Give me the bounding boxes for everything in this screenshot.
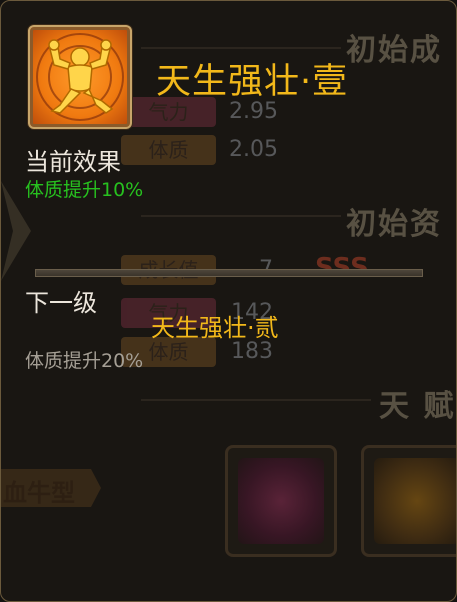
- next-level-effect: 体质提升20%: [25, 350, 144, 372]
- talent-title: 天生强壮·壹: [156, 62, 349, 102]
- bg-grade-badge: SSS: [315, 253, 369, 283]
- pink-orb-icon: [238, 458, 324, 544]
- talent-tooltip-panel: 初始成 气力 2.95 体质 2.05 初始资 成长值 7 SSS 气力 142…: [0, 0, 457, 602]
- bg-section-initial-aptitude: 初始资: [346, 207, 442, 242]
- strongman-icon: [48, 39, 114, 114]
- next-level-name: 天生强壮·贰: [151, 314, 279, 342]
- bg-type-label: 血牛型: [3, 479, 75, 507]
- next-level-heading: 下一级: [25, 289, 97, 317]
- lion-head-icon: [374, 458, 456, 544]
- current-effect-text: 体质提升10%: [25, 179, 144, 201]
- bg-stat-tizhi-label: 体质: [121, 135, 216, 165]
- bg-divider: [141, 47, 341, 49]
- bg-section-initial-growth: 初始成: [346, 33, 442, 68]
- bg-divider: [141, 215, 341, 217]
- bg-section-talent: 天 赋: [379, 389, 456, 424]
- current-effect-heading: 当前效果: [25, 148, 121, 176]
- section-divider: [35, 269, 423, 277]
- bg-divider: [141, 399, 371, 401]
- talent-slot-2[interactable]: [361, 445, 456, 557]
- talent-icon-frame: [28, 25, 132, 129]
- talent-slot-1[interactable]: [225, 445, 337, 557]
- bg-stat-tizhi-value: 2.05: [229, 137, 278, 162]
